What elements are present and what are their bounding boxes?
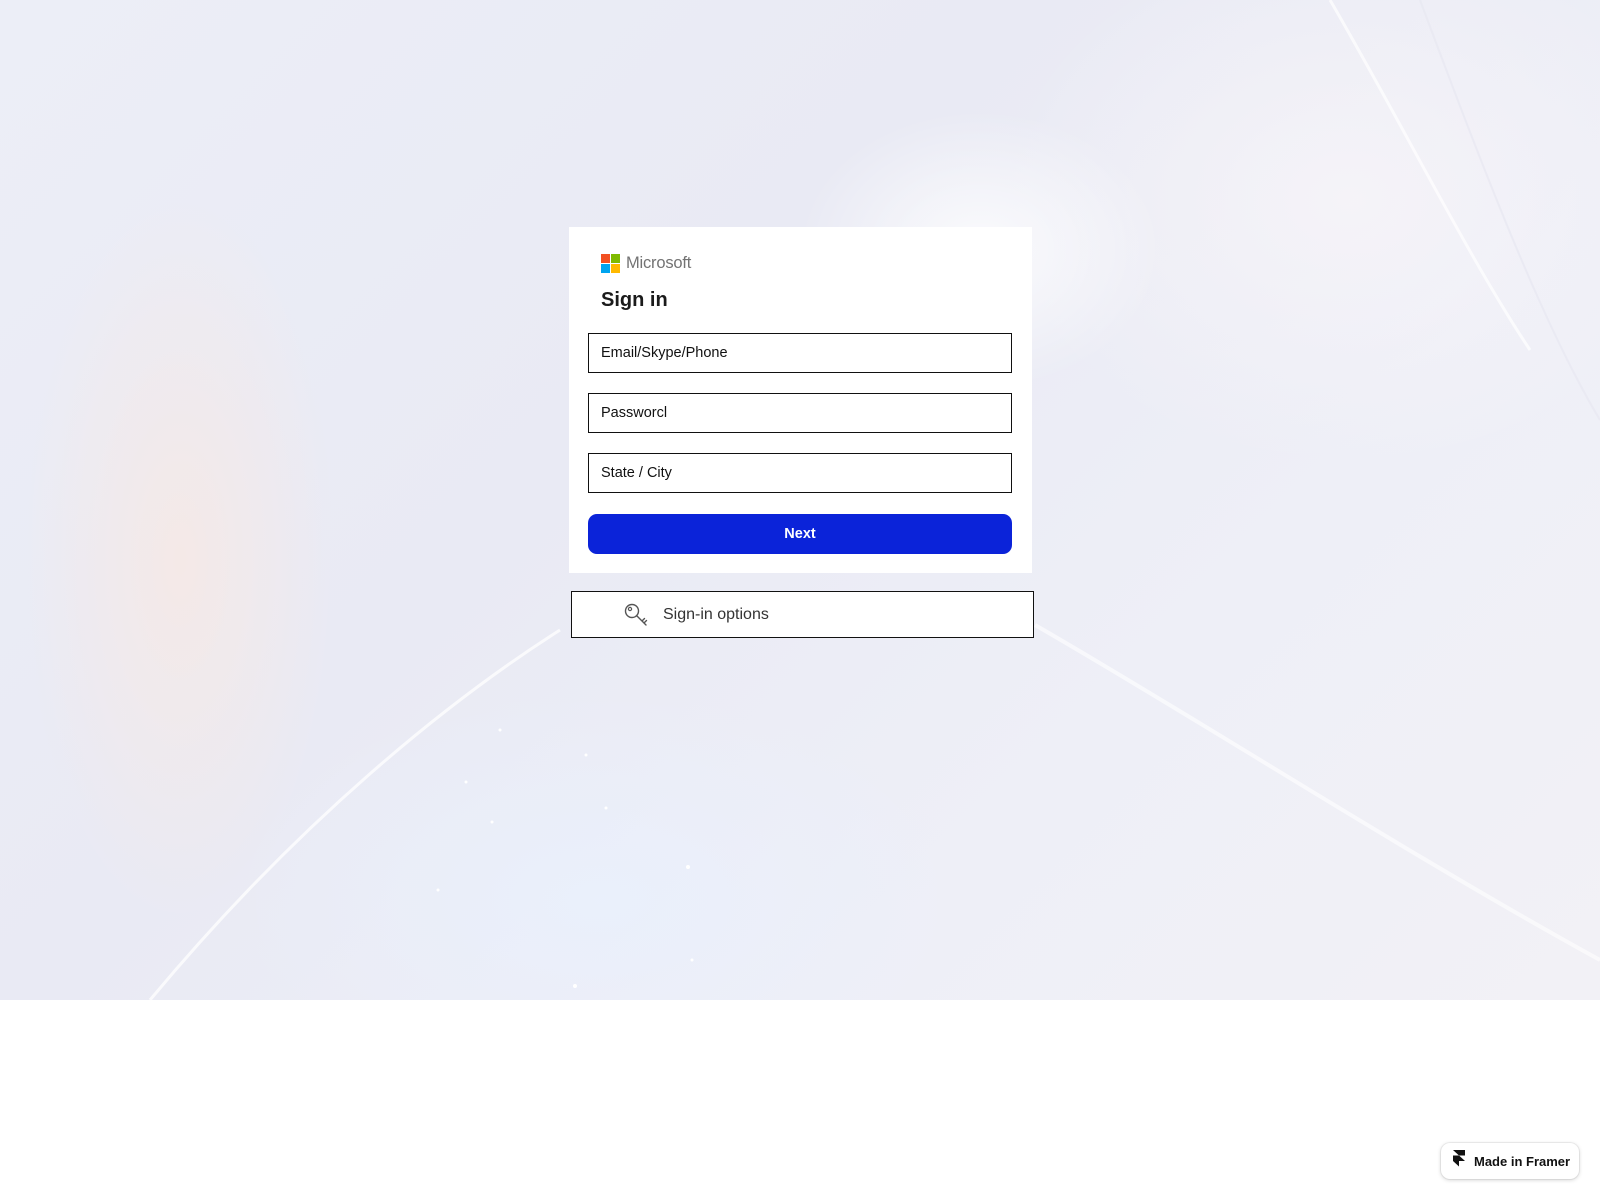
email-field-value: Email/Skype/Phone (601, 345, 728, 361)
email-field[interactable]: Email/Skype/Phone (588, 333, 1012, 373)
signin-options-button[interactable]: Sign-in options (571, 591, 1034, 638)
microsoft-logo: Microsoft (601, 254, 691, 273)
page-title: Sign in (601, 289, 668, 311)
password-field-value: Passworcl (601, 405, 668, 421)
framer-logo-icon (1453, 1150, 1465, 1172)
logo-square-red (601, 254, 610, 263)
key-icon (623, 602, 649, 628)
state-city-field[interactable]: State / City (588, 453, 1012, 493)
state-city-field-value: State / City (601, 465, 672, 481)
signin-options-label: Sign-in options (663, 605, 769, 623)
logo-square-blue (601, 264, 610, 273)
signin-card: Microsoft Sign in Email/Skype/Phone Pass… (569, 227, 1032, 573)
password-field[interactable]: Passworcl (588, 393, 1012, 433)
logo-square-green (611, 254, 620, 263)
made-in-framer-badge[interactable]: Made in Framer (1441, 1143, 1579, 1179)
microsoft-windows-icon (601, 254, 620, 273)
logo-square-yellow (611, 264, 620, 273)
next-button[interactable]: Next (588, 514, 1012, 554)
made-in-framer-label: Made in Framer (1474, 1153, 1571, 1169)
brand-name: Microsoft (626, 254, 692, 272)
